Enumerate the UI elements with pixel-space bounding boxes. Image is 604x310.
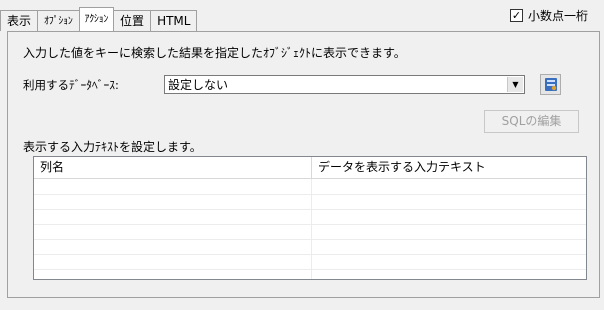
row-divider (34, 239, 586, 240)
row-divider (34, 209, 586, 210)
column-header-name[interactable]: 列名 (34, 157, 312, 178)
decimal-checkbox[interactable]: ✓ (510, 9, 523, 22)
action-description: 入力した値をキーに検索した結果を指定したｵﾌﾞｼﾞｪｸﾄに表示できます。 (23, 46, 406, 60)
column-mapping-table[interactable]: 列名 データを表示する入力テキスト (33, 156, 587, 280)
database-select[interactable]: 設定しない ▼ (164, 75, 525, 94)
database-label: 利用するﾃﾞｰﾀﾍﾞｰｽ: (23, 78, 119, 92)
row-divider (34, 254, 586, 255)
check-mark-icon: ✓ (511, 9, 522, 22)
table-header: 列名 データを表示する入力テキスト (34, 157, 586, 179)
database-settings-button[interactable] (540, 74, 561, 95)
row-divider (34, 224, 586, 225)
tab-action[interactable]: ｱｸｼｮﾝ (78, 7, 115, 31)
decimal-option[interactable]: ✓ 小数点一桁 (510, 7, 588, 24)
tab-html[interactable]: HTML (150, 10, 198, 31)
tab-position[interactable]: 位置 (113, 10, 152, 31)
tab-strip: 表示 ｵﾌﾟｼｮﾝ ｱｸｼｮﾝ 位置 HTML (0, 7, 198, 31)
row-divider (34, 194, 586, 195)
tab-display[interactable]: 表示 (0, 10, 39, 31)
row-divider (34, 269, 586, 270)
decimal-checkbox-label: 小数点一桁 (528, 9, 589, 23)
chevron-down-icon[interactable]: ▼ (507, 77, 523, 92)
tab-options[interactable]: ｵﾌﾟｼｮﾝ (37, 10, 80, 31)
column-header-input-text[interactable]: データを表示する入力テキスト (312, 157, 586, 178)
database-settings-icon (544, 78, 557, 91)
input-text-table-label: 表示する入力ﾃｷｽﾄを設定します。 (23, 140, 202, 154)
database-select-value: 設定しない (168, 78, 229, 92)
sql-edit-button[interactable]: SQLの編集 (484, 110, 579, 133)
